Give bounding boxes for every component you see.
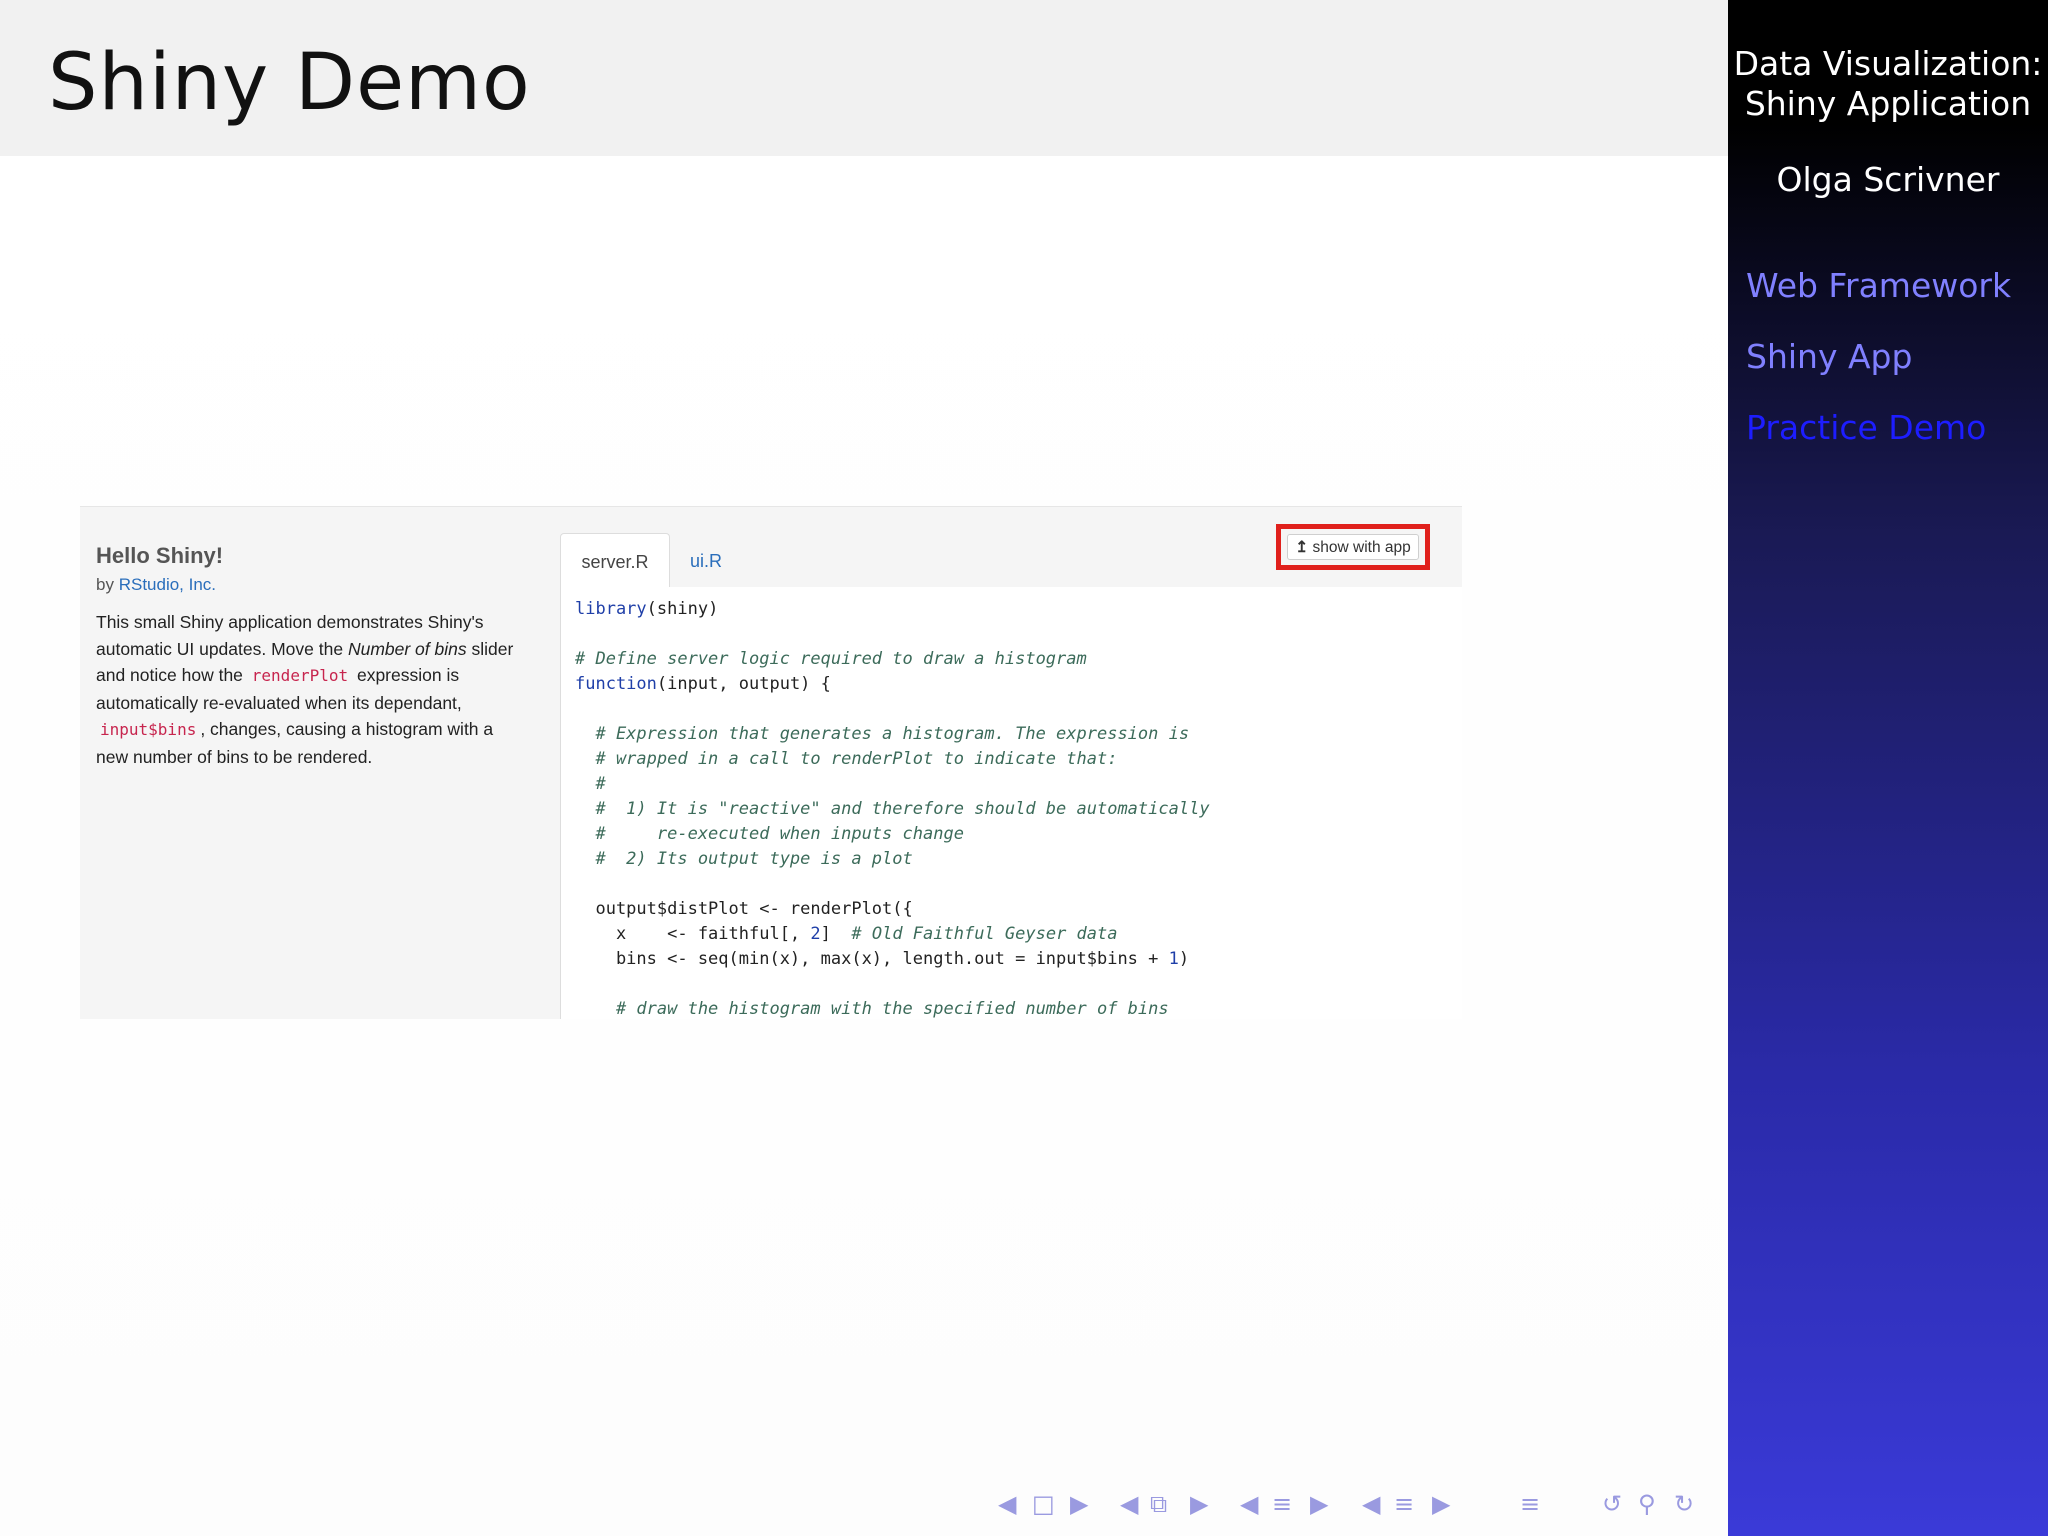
code-panel: library(shiny) # Define server logic req… [560,587,1462,1019]
code-token: ) [1178,949,1190,969]
slide-header: Shiny Demo [0,0,1728,156]
code-comment: # 2) Its output type is a plot [575,849,913,869]
app-byline: by RStudio, Inc. [96,575,526,595]
tab-ui-r[interactable]: ui.R [690,533,722,587]
code-token: (input, output) { [656,674,831,694]
code-comment: # 1) It is "reactive" and therefore shou… [575,799,1210,819]
sidebar-item-shiny-app[interactable]: Shiny App [1746,337,1912,376]
desc-em: Number of bins [347,638,467,659]
doc-icon[interactable]: ≡ [1394,1490,1414,1518]
search-icon[interactable]: ⚲ [1638,1490,1656,1518]
sidebar: Data Visualization: Shiny Application Ol… [1728,0,2048,1536]
code-token: library [575,599,647,619]
embedded-shiny-screenshot: Hello Shiny! by RStudio, Inc. This small… [80,506,1462,1019]
code-comment: # Define server logic required to draw a… [575,649,1087,669]
arrow-up-icon: ↥ [1295,539,1309,556]
highlight-box: ↥ show with app [1276,524,1430,570]
desc-code-inputbins: input$bins [100,720,197,739]
nav-next-section-icon[interactable]: ▶ [1310,1490,1328,1518]
code-comment: # draw the histogram with the specified … [575,999,1169,1019]
presentation-title-line2: Shiny Application [1744,84,2032,123]
code-number: 2 [810,924,821,944]
code-token: function [575,674,657,694]
desc-code-renderplot: renderPlot [251,666,349,685]
frame-icon[interactable]: □ [1032,1490,1055,1518]
code-token: bins <- seq(min(x), max(x), length.out =… [575,949,1169,969]
back-icon[interactable]: ↺ [1602,1490,1622,1518]
section-icon[interactable]: ≡ [1272,1490,1292,1518]
presentation-author: Olga Scrivner [1776,160,2000,199]
code-comment: # wrapped in a call to renderPlot to ind… [575,749,1118,769]
code-comment: # Expression that generates a histogram.… [575,724,1190,744]
show-with-app-label: show with app [1312,539,1411,556]
code-token: output$distPlot <- renderPlot({ [575,899,913,919]
nav-next-frame-icon[interactable]: ▶ [1070,1490,1088,1518]
show-with-app-button[interactable]: ↥ show with app [1287,534,1419,560]
nav-prev-doc-icon[interactable]: ◀ [1362,1490,1380,1518]
byline-prefix: by [96,575,114,594]
nav-prev-section-icon[interactable]: ◀ [1240,1490,1258,1518]
presentation-title: Data Visualization: Shiny Application [1728,44,2048,124]
nav-prev-frame-icon[interactable]: ◀ [998,1490,1016,1518]
app-description-panel: Hello Shiny! by RStudio, Inc. This small… [96,543,526,770]
toc-icon[interactable]: ≡ [1520,1490,1540,1518]
beamer-navigation: ◀ □ ▶ ◀ ⧉ ▶ ◀ ≡ ▶ ◀ ≡ ▶ ≡ ↺ ⚲ ↻ [990,1490,1710,1520]
sidebar-item-web-framework[interactable]: Web Framework [1746,266,2011,305]
code-comment: # re-executed when inputs change [575,824,964,844]
code-token: ] [820,924,852,944]
code-comment: # [575,774,606,794]
presentation-title-line1: Data Visualization: [1733,44,2043,83]
rstudio-link[interactable]: RStudio, Inc. [119,575,216,594]
nav-next-subsection-icon[interactable]: ▶ [1190,1490,1208,1518]
tab-server-r[interactable]: server.R [560,533,670,588]
nav-next-doc-icon[interactable]: ▶ [1432,1490,1450,1518]
server-code: library(shiny) # Define server logic req… [575,597,1210,1019]
code-comment: # Old Faithful Geyser data [851,924,1118,944]
app-description: This small Shiny application demonstrate… [96,609,526,770]
nav-prev-subsection-icon[interactable]: ◀ [1120,1490,1138,1518]
slide-title: Shiny Demo [48,38,531,128]
code-token: (shiny) [646,599,719,619]
subsection-icon[interactable]: ⧉ [1150,1490,1167,1518]
code-token: x <- faithful[, [575,924,811,944]
forward-icon[interactable]: ↻ [1674,1490,1694,1518]
app-title: Hello Shiny! [96,543,224,568]
code-number: 1 [1168,949,1179,969]
sidebar-item-practice-demo[interactable]: Practice Demo [1746,408,1986,447]
